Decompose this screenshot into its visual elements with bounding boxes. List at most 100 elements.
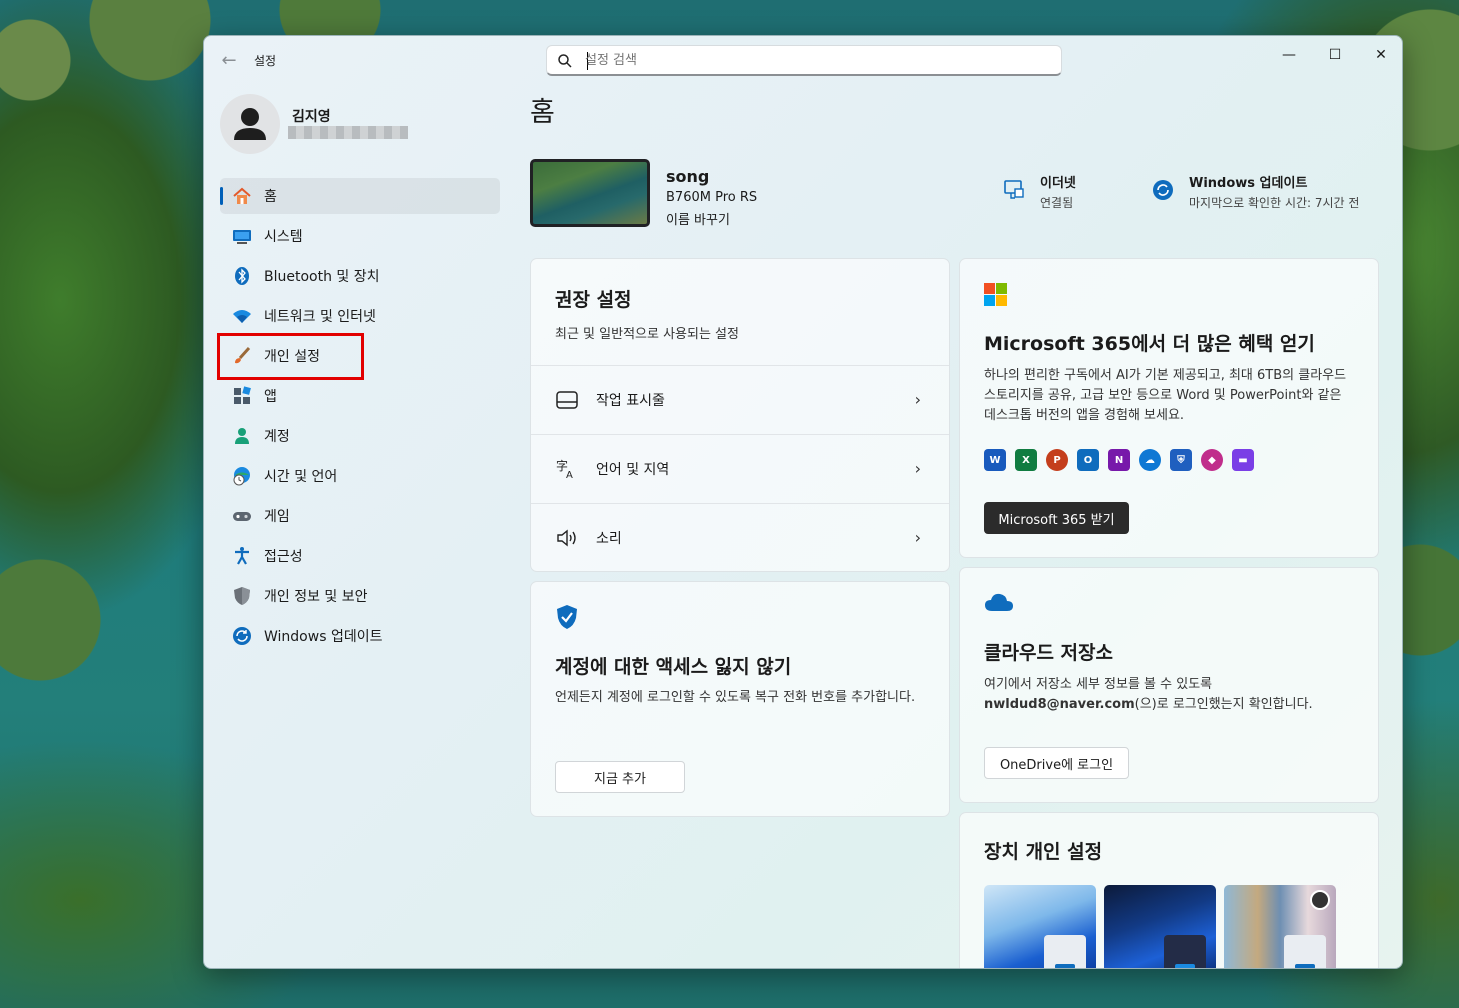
account-card-title: 계정에 대한 액세스 잃지 않기 <box>555 656 792 678</box>
back-arrow-icon[interactable]: ← <box>218 50 240 72</box>
sidebar-item-bluetooth[interactable]: Bluetooth 및 장치 <box>220 258 500 294</box>
account-recovery-card: 계정에 대한 액세스 잃지 않기 언제든지 계정에 로그인할 수 있도록 복구 … <box>530 581 950 817</box>
user-avatar[interactable] <box>220 94 280 154</box>
home-icon <box>232 186 252 206</box>
sidebar-item-label: 앱 <box>264 389 277 405</box>
sidebar-item-privacy[interactable]: 개인 정보 및 보안 <box>220 578 500 614</box>
add-now-button[interactable]: 지금 추가 <box>555 761 685 793</box>
update-icon <box>232 626 252 646</box>
cloud-body-line1: 여기에서 저장소 세부 정보를 볼 수 있도록 <box>984 677 1213 692</box>
recommended-item-label: 작업 표시줄 <box>596 392 665 409</box>
sidebar-item-label: 시간 및 언어 <box>264 469 338 485</box>
highlight-box <box>217 333 364 380</box>
search-input[interactable] <box>585 50 1045 70</box>
theme-thumbnail-light[interactable] <box>984 885 1096 968</box>
app-title: 설정 <box>254 54 277 68</box>
sidebar-item-time-language[interactable]: 시간 및 언어 <box>220 458 500 494</box>
m365-body: 하나의 편리한 구독에서 AI가 기본 제공되고, 최대 6TB의 클라우드 스… <box>984 368 1347 423</box>
get-microsoft-365-button[interactable]: Microsoft 365 받기 <box>984 502 1129 534</box>
maximize-button[interactable]: ☐ <box>1312 40 1358 70</box>
globe-clock-icon <box>232 466 252 486</box>
recommended-item-sound[interactable]: 소리 › <box>531 503 949 571</box>
outlook-icon: O <box>1077 449 1099 471</box>
pc-wallpaper-thumbnail[interactable] <box>530 159 650 227</box>
recommended-item-label: 소리 <box>596 530 622 547</box>
m365-app-icons: W X P O N ☁ ⛨ ◆ ▬ <box>984 449 1254 471</box>
cloud-storage-card: 클라우드 저장소 여기에서 저장소 세부 정보를 볼 수 있도록 nwldud8… <box>959 567 1379 803</box>
m365-title: Microsoft 365에서 더 많은 혜택 얻기 <box>984 333 1315 355</box>
accessibility-icon <box>232 546 252 566</box>
user-name: 김지영 <box>292 109 331 125</box>
page-title: 홈 <box>530 97 555 128</box>
microsoft-365-card: Microsoft 365에서 더 많은 혜택 얻기 하나의 편리한 구독에서 … <box>959 258 1379 558</box>
pc-model: B760M Pro RS <box>666 190 758 205</box>
sidebar-item-gaming[interactable]: 게임 <box>220 498 500 534</box>
sidebar-item-system[interactable]: 시스템 <box>220 218 500 254</box>
cloud-body-line2: nwldud8@naver.com(으)로 로그인했는지 확인합니다. <box>984 695 1313 715</box>
svg-text:A: A <box>566 470 573 480</box>
recommended-title: 권장 설정 <box>555 289 632 311</box>
device-personal-title: 장치 개인 설정 <box>984 841 1103 863</box>
person-icon <box>234 108 266 140</box>
powerpoint-icon: P <box>1046 449 1068 471</box>
settings-window: ← 설정 — ☐ ✕ 김지영 홈 시스템 Bluetoo <box>203 35 1403 969</box>
excel-icon: X <box>1015 449 1037 471</box>
sidebar-item-apps[interactable]: 앱 <box>220 378 500 414</box>
sidebar-item-windows-update[interactable]: Windows 업데이트 <box>220 618 500 654</box>
recommended-subtitle: 최근 및 일반적으로 사용되는 설정 <box>555 327 739 342</box>
recommended-settings-card: 권장 설정 최근 및 일반적으로 사용되는 설정 작업 표시줄 › 字A 언어 … <box>530 258 950 572</box>
ethernet-icon <box>1004 180 1024 199</box>
theme-thumbnail-dark[interactable] <box>1104 885 1216 968</box>
theme-preview-window <box>1044 935 1086 968</box>
defender-icon: ⛨ <box>1170 449 1192 471</box>
onedrive-icon: ☁ <box>1139 449 1161 471</box>
word-icon: W <box>984 449 1006 471</box>
spotlight-badge-icon <box>1310 890 1330 910</box>
onenote-icon: N <box>1108 449 1130 471</box>
gamepad-icon <box>232 506 252 526</box>
recommended-item-taskbar[interactable]: 작업 표시줄 › <box>531 365 949 433</box>
account-email: nwldud8@naver.com <box>984 697 1135 712</box>
sidebar-item-label: 네트워크 및 인터넷 <box>264 309 376 325</box>
shield-icon <box>232 586 252 606</box>
sidebar-item-label: Windows 업데이트 <box>264 629 383 645</box>
title-bar: ← 설정 — ☐ ✕ <box>204 36 1402 84</box>
recommended-item-label: 언어 및 지역 <box>596 461 670 478</box>
chevron-right-icon: › <box>914 528 921 547</box>
taskbar-icon <box>556 389 578 411</box>
main-content: 홈 song B760M Pro RS 이름 바꾸기 이더넷 연결됨 Windo… <box>530 84 1380 968</box>
recommended-item-language[interactable]: 字A 언어 및 지역 › <box>531 434 949 502</box>
microsoft-logo-icon <box>984 283 1007 306</box>
sidebar-item-label: 접근성 <box>264 549 303 565</box>
minimize-button[interactable]: — <box>1266 40 1312 70</box>
cloud-body-line2-rest: (으)로 로그인했는지 확인합니다. <box>1134 697 1313 712</box>
cloud-icon <box>985 593 1013 611</box>
onedrive-sign-in-button[interactable]: OneDrive에 로그인 <box>984 747 1129 779</box>
sidebar-item-label: 계정 <box>264 429 290 445</box>
ethernet-value: 연결됨 <box>1040 196 1074 210</box>
cloud-title: 클라우드 저장소 <box>984 642 1113 664</box>
sidebar-item-network[interactable]: 네트워크 및 인터넷 <box>220 298 500 334</box>
designer-icon: ▬ <box>1232 449 1254 471</box>
ethernet-title: 이더넷 <box>1040 176 1076 191</box>
speaker-icon <box>556 527 578 549</box>
clipchamp-icon: ◆ <box>1201 449 1223 471</box>
sidebar-item-accessibility[interactable]: 접근성 <box>220 538 500 574</box>
shield-check-icon <box>557 605 577 629</box>
search-box[interactable] <box>546 45 1062 76</box>
rename-link[interactable]: 이름 바꾸기 <box>666 209 730 228</box>
bluetooth-icon <box>232 266 252 286</box>
update-value: 마지막으로 확인한 시간: 7시간 전 <box>1189 196 1360 210</box>
sidebar-item-label: 시스템 <box>264 229 303 245</box>
apps-icon <box>232 386 252 406</box>
update-icon <box>1153 180 1173 200</box>
close-button[interactable]: ✕ <box>1358 40 1402 70</box>
sidebar-item-label: 개인 정보 및 보안 <box>264 589 368 605</box>
language-icon: 字A <box>556 458 578 480</box>
sidebar-item-accounts[interactable]: 계정 <box>220 418 500 454</box>
sidebar-item-home[interactable]: 홈 <box>220 178 500 214</box>
sidebar-item-label: 홈 <box>264 189 277 205</box>
sidebar: 김지영 홈 시스템 Bluetooth 및 장치 네트워크 및 인터넷 개인 설… <box>204 84 514 968</box>
theme-preview-window <box>1284 935 1326 968</box>
theme-thumbnail-spotlight[interactable] <box>1224 885 1336 968</box>
